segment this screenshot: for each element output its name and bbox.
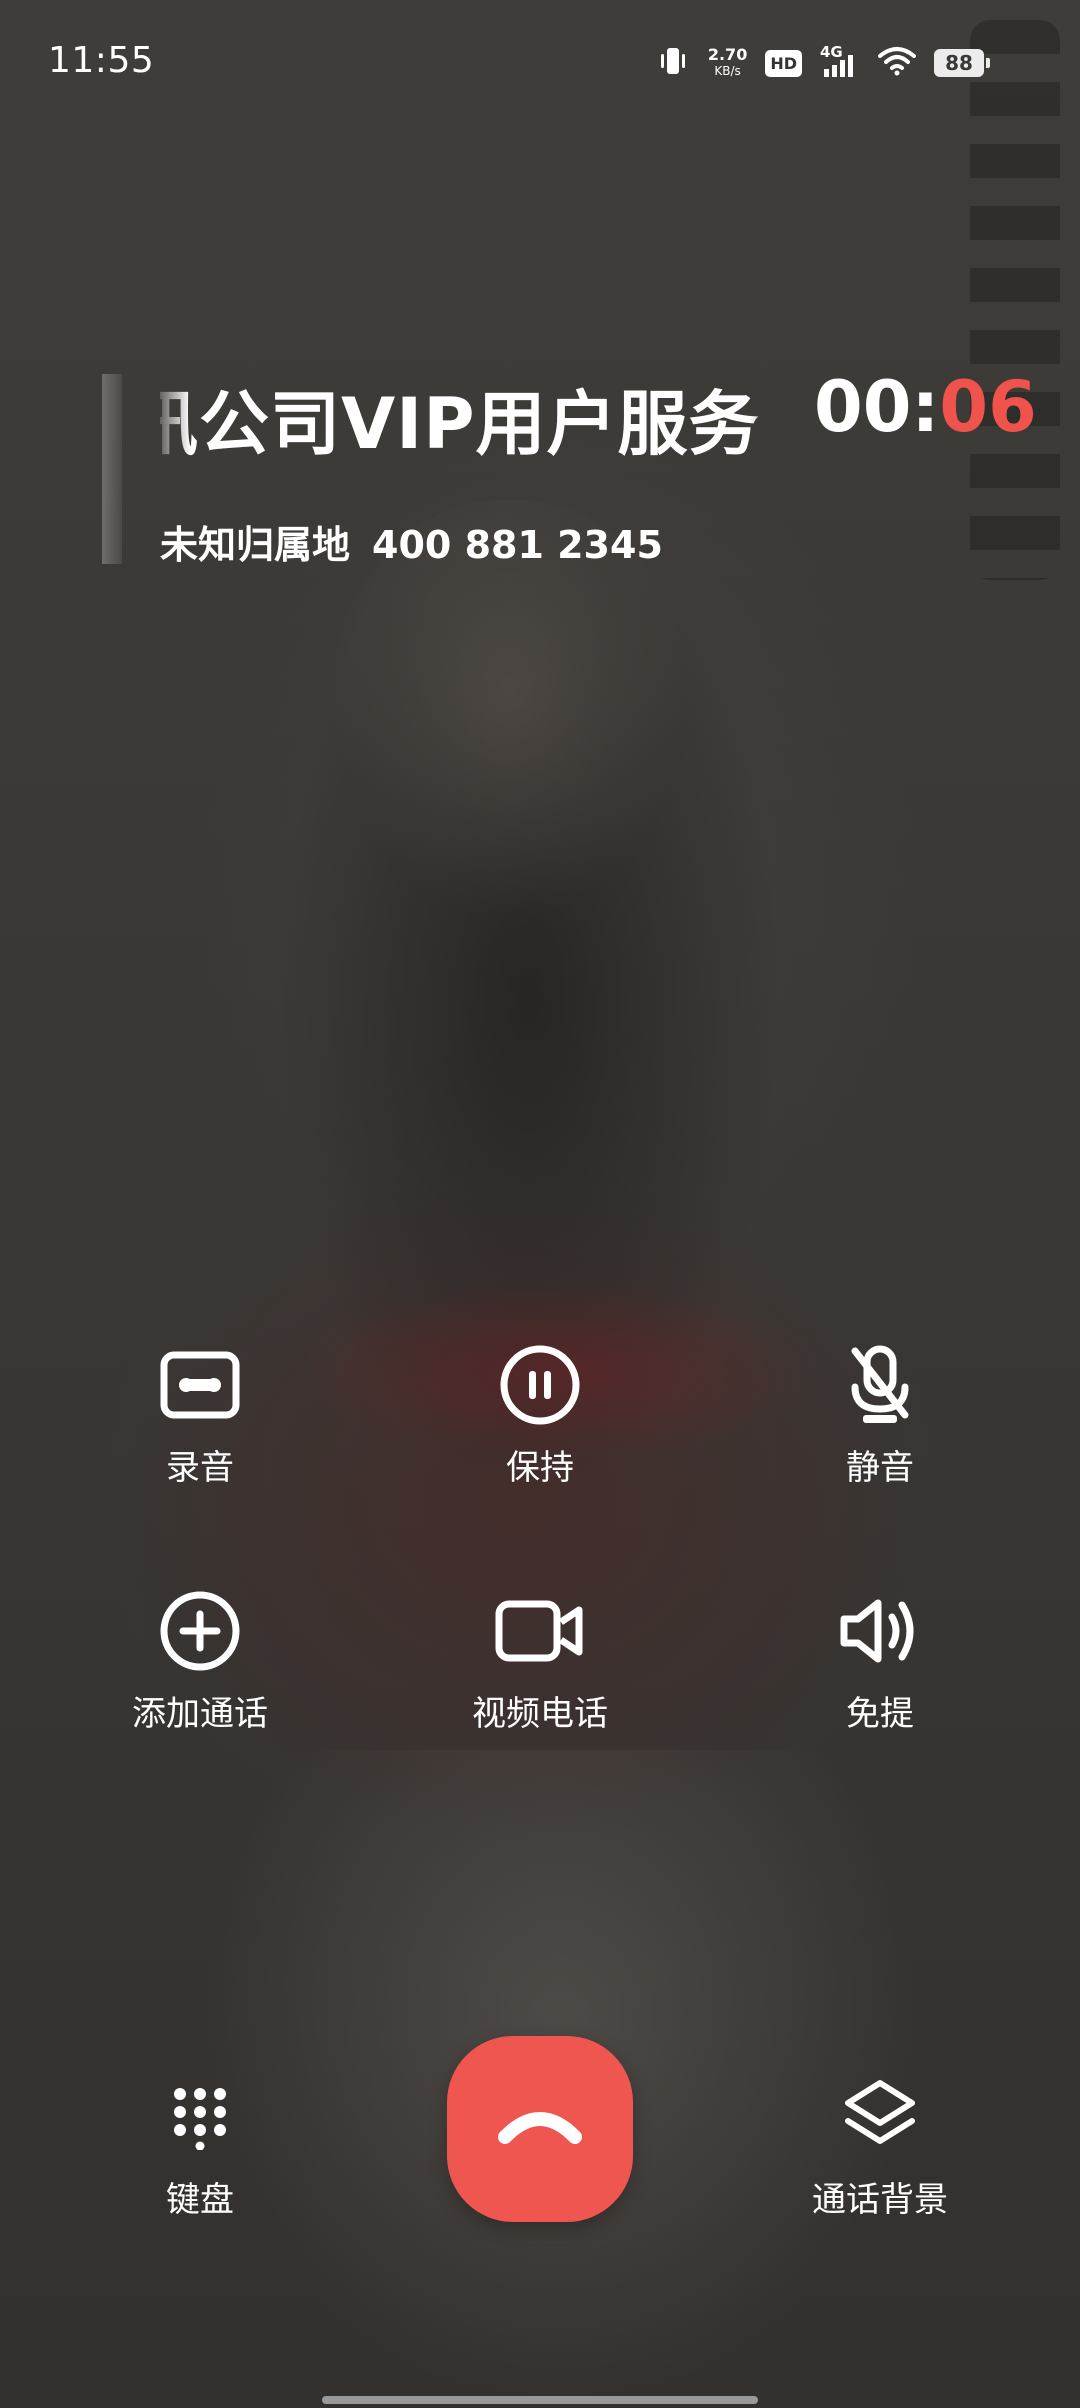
dialpad-icon bbox=[155, 2072, 245, 2162]
record-label: 录音 bbox=[166, 1448, 234, 1488]
status-bar: 11:55 2.70 KB/s HD 4G 88 bbox=[0, 0, 1080, 120]
network-type-label: 4G bbox=[820, 43, 843, 61]
call-timer-seconds: 06 bbox=[939, 366, 1037, 448]
call-background-label: 通话背景 bbox=[812, 2180, 948, 2220]
plus-circle-icon bbox=[155, 1586, 245, 1676]
hang-up-icon bbox=[495, 2107, 585, 2151]
vibrate-icon bbox=[656, 44, 690, 82]
hd-voice-badge: HD bbox=[765, 49, 802, 77]
call-timer: 00:06 bbox=[814, 366, 1037, 448]
caller-meta: 未知归属地 400 881 2345 bbox=[160, 514, 663, 569]
caller-name: 讯公司VIP用户服务 bbox=[160, 383, 760, 460]
caller-accent-bar bbox=[102, 374, 122, 564]
end-call-button[interactable] bbox=[447, 2036, 633, 2222]
speaker-button[interactable]: 免提 bbox=[750, 1586, 1010, 1746]
home-indicator[interactable] bbox=[322, 2396, 758, 2404]
hold-button[interactable]: 保持 bbox=[410, 1340, 670, 1500]
speaker-icon bbox=[835, 1586, 925, 1676]
battery-level: 88 bbox=[934, 49, 984, 77]
caller-number: 400 881 2345 bbox=[372, 523, 663, 567]
network-speed: 2.70 KB/s bbox=[708, 47, 747, 79]
battery-icon: 88 bbox=[934, 49, 990, 77]
record-button[interactable]: 录音 bbox=[70, 1340, 330, 1500]
add-call-button[interactable]: 添加通话 bbox=[70, 1586, 330, 1746]
add-call-label: 添加通话 bbox=[132, 1694, 268, 1734]
pause-circle-icon bbox=[495, 1340, 585, 1430]
caller-name-marquee: 讯公司VIP用户服务 bbox=[160, 360, 790, 460]
speaker-label: 免提 bbox=[846, 1694, 914, 1734]
keypad-label: 键盘 bbox=[166, 2180, 234, 2220]
network-speed-unit: KB/s bbox=[714, 64, 741, 78]
cassette-icon bbox=[155, 1340, 245, 1430]
keypad-button[interactable]: 键盘 bbox=[70, 2072, 330, 2232]
hold-label: 保持 bbox=[506, 1448, 574, 1488]
status-time: 11:55 bbox=[48, 40, 155, 81]
mic-off-icon bbox=[835, 1340, 925, 1430]
video-call-label: 视频电话 bbox=[472, 1694, 608, 1734]
mute-button[interactable]: 静音 bbox=[750, 1340, 1010, 1500]
layers-icon bbox=[835, 2072, 925, 2162]
call-background-button[interactable]: 通话背景 bbox=[750, 2072, 1010, 2232]
mute-label: 静音 bbox=[846, 1448, 914, 1488]
caller-location: 未知归属地 bbox=[160, 523, 351, 567]
cellular-signal-icon: 4G bbox=[820, 43, 860, 79]
video-call-button[interactable]: 视频电话 bbox=[410, 1586, 670, 1746]
video-camera-icon bbox=[495, 1586, 585, 1676]
wifi-icon bbox=[878, 46, 916, 80]
network-speed-value: 2.70 bbox=[707, 45, 748, 64]
status-icons: 2.70 KB/s HD 4G 88 bbox=[656, 43, 990, 82]
in-call-screen: 11:55 2.70 KB/s HD 4G 88 讯公司VIP用户服务 00:0… bbox=[0, 0, 1080, 2408]
call-timer-minutes: 00: bbox=[814, 366, 940, 448]
